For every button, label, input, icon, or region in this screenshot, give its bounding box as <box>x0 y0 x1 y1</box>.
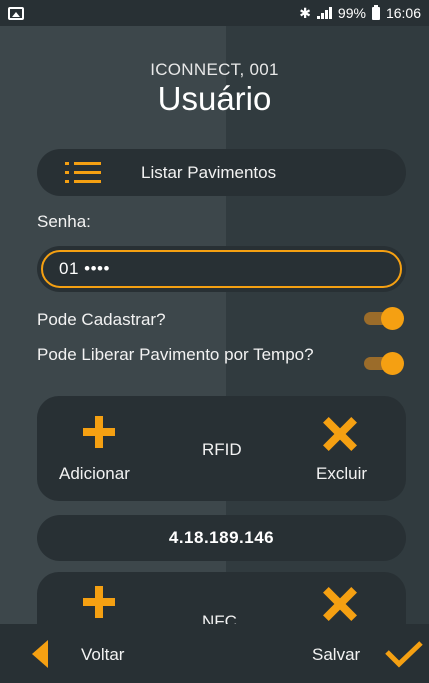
battery-icon <box>371 4 380 20</box>
delete-nfc-button[interactable] <box>324 588 356 620</box>
can-register-label: Pode Cadastrar? <box>37 310 166 329</box>
can-release-floor-toggle[interactable] <box>364 352 404 375</box>
bluetooth-icon: ✱ <box>299 4 311 21</box>
add-rfid-button[interactable] <box>83 416 115 448</box>
status-indicators: ✱ 99% 16:06 <box>299 4 421 22</box>
save-label: Salvar <box>312 645 361 664</box>
list-floors-label: Listar Pavimentos <box>141 163 277 182</box>
gallery-notification-icon <box>8 6 24 20</box>
rfid-title: RFID <box>202 440 242 459</box>
list-icon <box>65 162 101 184</box>
battery-percent: 99% <box>337 5 366 21</box>
clock: 16:06 <box>385 5 421 21</box>
save-button[interactable]: Salvar <box>300 638 423 670</box>
add-nfc-button[interactable] <box>83 586 115 618</box>
rfid-value: 4.18.189.146 <box>37 515 406 561</box>
can-register-toggle[interactable] <box>364 307 404 330</box>
password-input[interactable]: 01 •••• <box>41 250 402 288</box>
page-title: Usuário <box>157 80 272 117</box>
device-name: ICONNECT, 001 <box>150 60 279 79</box>
delete-rfid-button[interactable] <box>324 418 356 450</box>
status-bar: ✱ 99% 16:06 <box>0 0 429 26</box>
bottom-bar: Voltar Salvar <box>0 624 429 683</box>
back-label: Voltar <box>81 645 125 664</box>
delete-rfid-label[interactable]: Excluir <box>316 464 367 484</box>
password-field-container: 01 •••• <box>37 246 406 292</box>
signal-icon <box>316 7 332 19</box>
back-button[interactable]: Voltar <box>30 638 150 670</box>
toggle-knob <box>381 352 404 375</box>
check-icon <box>385 641 423 668</box>
add-rfid-label[interactable]: Adicionar <box>59 464 130 484</box>
password-label: Senha: <box>37 212 91 231</box>
rfid-card: Adicionar RFID Excluir <box>37 396 406 501</box>
toggle-knob <box>381 307 404 330</box>
back-chevron-icon <box>32 640 48 668</box>
list-floors-button[interactable]: Listar Pavimentos <box>37 149 406 196</box>
can-release-floor-label: Pode Liberar Pavimento por Tempo? <box>37 345 314 364</box>
